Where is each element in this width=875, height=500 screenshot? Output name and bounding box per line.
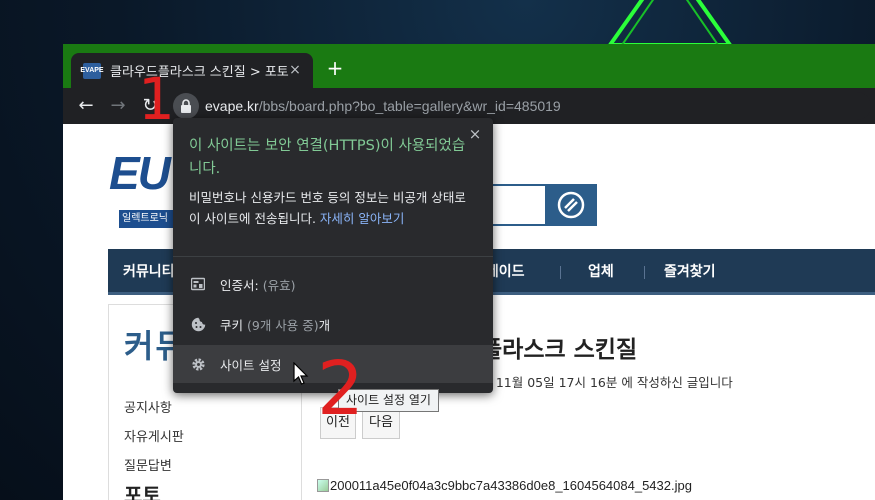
tab-bar: EVAPE 클라우드플라스크 스킨질 > 포토 × +	[63, 44, 875, 88]
nav-divider	[560, 266, 561, 279]
nav-item-favorites[interactable]: 즐겨찾기	[664, 249, 716, 295]
certificate-row[interactable]: 인증서: (유효)	[173, 265, 493, 303]
nav-item-community[interactable]: 커뮤니티	[123, 249, 175, 295]
search-logo-icon	[557, 191, 585, 219]
back-button[interactable]: ←	[74, 94, 98, 118]
secure-connection-description: 비밀번호나 신용카드 번호 등의 정보는 비공개 상태로 이 사이트에 전송됩니…	[189, 187, 479, 229]
sidebar-item-notice[interactable]: 공지사항	[124, 397, 172, 416]
broken-image-icon	[317, 479, 329, 492]
url-text: evape.kr/bbs/board.php?bo_table=gallery&…	[205, 98, 561, 114]
cookies-row[interactable]: 쿠키 (9개 사용 중)개	[173, 305, 493, 343]
new-tab-button[interactable]: +	[325, 58, 345, 78]
certificate-icon	[190, 276, 206, 292]
tab-close-icon[interactable]: ×	[287, 62, 303, 78]
post-image: 200011a45e0f04a3c9bbc7a43386d0e8_1604564…	[317, 478, 692, 493]
site-logo-subtitle: 일렉트로닉	[119, 210, 179, 228]
forward-button[interactable]: →	[106, 94, 130, 118]
url-host: evape.kr	[205, 98, 259, 114]
popup-close-icon[interactable]: ×	[467, 126, 483, 142]
mouse-cursor-icon	[293, 362, 309, 385]
popup-divider	[173, 256, 493, 257]
tab-active[interactable]: EVAPE 클라우드플라스크 스킨질 > 포토 ×	[71, 53, 313, 88]
post-image-alt: 200011a45e0f04a3c9bbc7a43386d0e8_1604564…	[330, 478, 692, 493]
cookies-label: 쿠키 (9개 사용 중)개	[220, 315, 330, 334]
cookies-count: (9개 사용 중)	[247, 317, 319, 333]
certificate-label-text: 인증서:	[220, 277, 259, 293]
site-info-button[interactable]	[173, 93, 199, 119]
gear-icon	[190, 356, 206, 372]
tab-title: 클라우드플라스크 스킨질 > 포토	[110, 65, 289, 80]
cookies-label-text: 쿠키	[220, 317, 244, 333]
annotation-number-1: 1	[138, 65, 175, 133]
lock-icon	[181, 99, 191, 113]
nav-item-vendors[interactable]: 업체	[588, 249, 614, 295]
cookies-suffix: 개	[318, 317, 331, 333]
learn-more-link[interactable]: 자세히 알아보기	[320, 211, 404, 226]
site-search-button[interactable]	[545, 184, 597, 226]
sidebar-item-photo[interactable]: 포토	[124, 479, 161, 500]
certificate-status: (유효)	[262, 277, 296, 293]
cookie-icon	[190, 316, 206, 332]
site-logo[interactable]: EU	[109, 146, 171, 200]
post-title: 플라스크 스킨질	[481, 337, 638, 363]
secure-connection-heading: 이 사이트는 보안 연결(HTTPS)이 사용되었습니다.	[189, 138, 466, 177]
annotation-number-2: 2	[317, 346, 365, 432]
site-favicon-icon: EVAPE	[80, 62, 104, 79]
certificate-label: 인증서: (유효)	[220, 275, 295, 294]
sidebar-item-free-board[interactable]: 자유게시판	[124, 426, 184, 445]
url-path: /bbs/board.php?bo_table=gallery&wr_id=48…	[258, 98, 561, 114]
nav-divider	[644, 266, 645, 279]
sidebar-item-qna[interactable]: 질문답변	[124, 455, 172, 474]
address-bar[interactable]: evape.kr/bbs/board.php?bo_table=gallery&…	[171, 92, 871, 120]
site-settings-label: 사이트 설정	[220, 357, 282, 373]
